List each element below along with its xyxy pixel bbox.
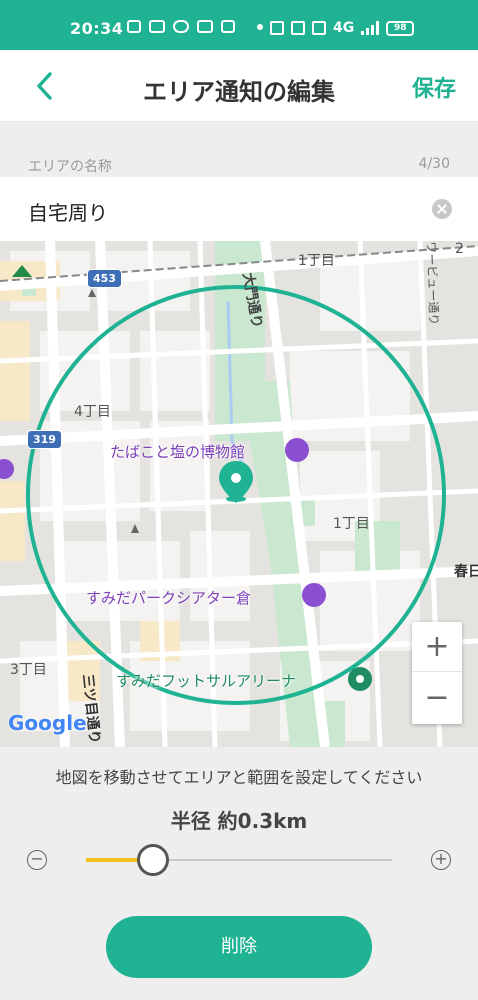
youtube-icon xyxy=(149,20,165,33)
map-view[interactable]: 453 319 1丁目 2 4丁目 1丁目 3丁目 大門通り ワービュー通り 春… xyxy=(0,241,478,747)
clear-button[interactable] xyxy=(432,199,452,219)
signal-icon xyxy=(361,21,380,35)
poi-label[interactable]: たばこと塩の博物館 xyxy=(110,441,245,462)
line-icon xyxy=(173,20,189,33)
street-label: ワービュー通り xyxy=(424,241,441,326)
radius-slider[interactable] xyxy=(86,844,392,876)
radius-increase-button[interactable]: + xyxy=(431,850,451,870)
app-bar: エリア通知の編集 保存 xyxy=(0,50,478,122)
area-name-field[interactable]: 自宅周り xyxy=(0,177,478,241)
more-notifications-icon xyxy=(257,23,263,30)
street-label: 4丁目 xyxy=(74,404,111,420)
street-label: 1丁目 xyxy=(298,253,335,269)
zoom-in-button[interactable]: + xyxy=(412,622,462,672)
street-label: 春日 xyxy=(454,564,478,580)
mute-icon xyxy=(291,21,305,35)
radius-decrease-button[interactable]: − xyxy=(27,850,47,870)
network-type: 4G xyxy=(333,20,355,36)
route-badge-453: 453 xyxy=(87,269,122,288)
app-icon xyxy=(221,20,235,33)
delete-button[interactable]: 削除 xyxy=(106,916,372,978)
slack-icon xyxy=(127,20,141,33)
save-button[interactable]: 保存 xyxy=(412,71,456,103)
char-counter: 4/30 xyxy=(418,156,450,172)
area-name-label: エリアの名称 xyxy=(28,159,112,175)
page-title: エリア通知の編集 xyxy=(143,78,335,106)
poi-label[interactable]: すみだパークシアター倉 xyxy=(86,587,251,608)
instruction-text: 地図を移動させてエリアと範囲を設定してください xyxy=(55,768,423,787)
status-bar: 20:34 4G 98 xyxy=(0,0,478,50)
zoom-out-button[interactable]: − xyxy=(412,673,462,723)
google-logo-text: Google xyxy=(8,711,87,735)
status-time: 20:34 xyxy=(70,19,124,38)
slider-thumb[interactable] xyxy=(137,844,169,876)
zoom-controls: + − xyxy=(412,622,462,724)
close-icon xyxy=(437,204,447,214)
street-label: 2 xyxy=(455,241,464,257)
radius-label: 半径 約0.3km xyxy=(170,809,308,833)
google-logo: Google xyxy=(8,711,87,735)
area-name-input[interactable]: 自宅周り xyxy=(28,197,108,226)
street-label: 3丁目 xyxy=(10,662,47,678)
system-icons: 4G 98 xyxy=(270,20,415,36)
poi-label[interactable]: すみだフットサルアリーナ xyxy=(116,670,296,691)
gallery-icon xyxy=(197,20,213,33)
street-label: 1丁目 xyxy=(333,516,370,532)
battery-icon: 98 xyxy=(386,20,415,36)
notification-icons xyxy=(127,20,263,33)
route-badge-319: 319 xyxy=(27,430,62,449)
bluetooth-icon xyxy=(312,21,326,35)
nfc-icon xyxy=(270,21,284,35)
